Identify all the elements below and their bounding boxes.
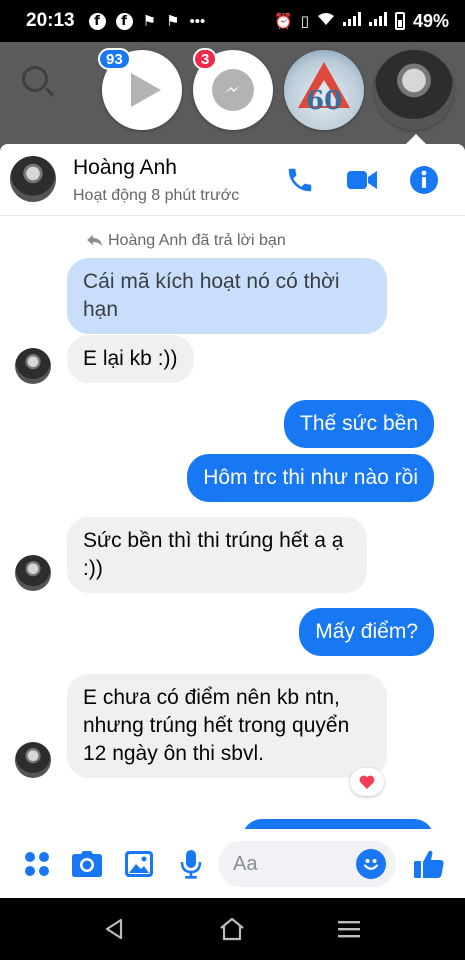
reply-indicator: Hoàng Anh đã trả lời bạn bbox=[87, 232, 286, 250]
video-call-button[interactable] bbox=[346, 164, 378, 196]
facebook-notification-icon: f bbox=[115, 12, 133, 30]
battery-icon bbox=[394, 12, 405, 30]
sender-avatar bbox=[15, 348, 51, 384]
chat-heads: 93 3 60 bbox=[0, 48, 465, 134]
incoming-message[interactable]: Sức bền thì thi trúng hết a ạ :)) bbox=[67, 517, 367, 593]
more-notifications-icon: ••• bbox=[189, 12, 206, 30]
camera-icon bbox=[72, 851, 102, 877]
play-icon bbox=[131, 73, 161, 107]
reply-arrow-icon bbox=[87, 235, 102, 246]
reply-note-text: Hoàng Anh đã trả lời bạn bbox=[108, 232, 286, 249]
emoji-button[interactable] bbox=[356, 849, 386, 879]
wifi-icon bbox=[317, 12, 335, 30]
system-icons: ⏰ ▯ 49% bbox=[274, 11, 449, 32]
back-triangle-icon bbox=[105, 918, 123, 940]
battery-level: 49% bbox=[412, 10, 449, 31]
message-list[interactable]: Hoàng Anh đã trả lời bạn Cái mã kích hoạ… bbox=[0, 217, 465, 829]
status-bar: 20:13 f f ⚑ ⚑ ••• ⏰ ▯ 49% bbox=[0, 0, 465, 42]
flag-notification-icon: ⚑ bbox=[166, 13, 180, 30]
info-icon bbox=[410, 166, 438, 194]
contact-avatar[interactable] bbox=[10, 156, 56, 202]
four-dots-icon bbox=[25, 852, 49, 876]
home-button[interactable] bbox=[216, 915, 248, 943]
contact-name[interactable]: Hoàng Anh bbox=[73, 156, 177, 180]
message-input[interactable]: Aa bbox=[218, 841, 396, 887]
alarm-icon: ⏰ bbox=[274, 13, 293, 30]
message-input-placeholder: Aa bbox=[233, 853, 258, 875]
vibrate-icon: ▯ bbox=[300, 13, 309, 30]
video-chat-head[interactable]: 93 bbox=[98, 48, 182, 130]
sender-avatar bbox=[15, 555, 51, 591]
smiley-icon bbox=[363, 859, 379, 870]
heart-reaction[interactable] bbox=[350, 768, 384, 796]
video-camera-icon bbox=[347, 171, 377, 189]
info-button[interactable] bbox=[408, 164, 440, 196]
chat-panel: Hoàng Anh Hoạt động 8 phút trước Hoàng A… bbox=[0, 144, 465, 898]
home-icon bbox=[220, 917, 244, 941]
message-composer: Aa bbox=[0, 829, 465, 898]
unread-badge: 3 bbox=[193, 48, 218, 70]
quoted-message[interactable]: Cái mã kích hoạt nó có thời hạn bbox=[67, 258, 387, 334]
outgoing-message[interactable]: Thế sức bền bbox=[284, 400, 434, 448]
incoming-message[interactable]: E lại kb :)) bbox=[67, 335, 194, 383]
status-time: 20:13 bbox=[26, 10, 75, 31]
menu-lines-icon bbox=[338, 921, 360, 938]
facebook-notification-icon: f bbox=[88, 12, 106, 30]
group-chat-head[interactable]: 60 bbox=[284, 50, 364, 130]
signal-icon bbox=[368, 12, 387, 30]
contact-status: Hoạt động 8 phút trước bbox=[73, 187, 240, 204]
incoming-message[interactable]: E chưa có điểm nên kb ntn, nhưng trúng h… bbox=[67, 674, 387, 778]
group-avatar: 60 bbox=[284, 50, 364, 130]
messenger-icon bbox=[212, 69, 254, 111]
messenger-chat-head[interactable]: 3 bbox=[193, 48, 273, 130]
microphone-icon bbox=[180, 850, 202, 879]
chat-header: Hoàng Anh Hoạt động 8 phút trước bbox=[0, 144, 465, 216]
sender-avatar bbox=[15, 742, 51, 778]
back-button[interactable] bbox=[98, 915, 130, 943]
phone-icon bbox=[288, 168, 312, 192]
avatar bbox=[374, 50, 454, 130]
heart-icon bbox=[359, 775, 375, 789]
outgoing-message[interactable]: Hôm trc thi như nào rồi bbox=[187, 454, 434, 502]
navigation-bar bbox=[0, 898, 465, 960]
notification-icons: f f ⚑ ⚑ ••• bbox=[88, 12, 206, 30]
thumbs-up-icon bbox=[414, 850, 444, 878]
like-button[interactable] bbox=[412, 847, 446, 881]
unread-badge: 93 bbox=[98, 48, 131, 70]
outgoing-message[interactable]: Mấy điểm? bbox=[299, 608, 434, 656]
outgoing-message-partial[interactable] bbox=[242, 819, 434, 829]
recent-apps-button[interactable] bbox=[333, 915, 365, 943]
voice-call-button[interactable] bbox=[284, 164, 316, 196]
camera-button[interactable] bbox=[70, 847, 104, 881]
more-actions-button[interactable] bbox=[20, 847, 54, 881]
active-head-pointer bbox=[406, 134, 426, 144]
contact-chat-head[interactable] bbox=[374, 50, 454, 130]
gallery-button[interactable] bbox=[122, 847, 156, 881]
flag-notification-icon: ⚑ bbox=[142, 13, 157, 30]
voice-message-button[interactable] bbox=[174, 847, 208, 881]
signal-icon bbox=[342, 12, 361, 30]
image-icon bbox=[125, 851, 153, 877]
